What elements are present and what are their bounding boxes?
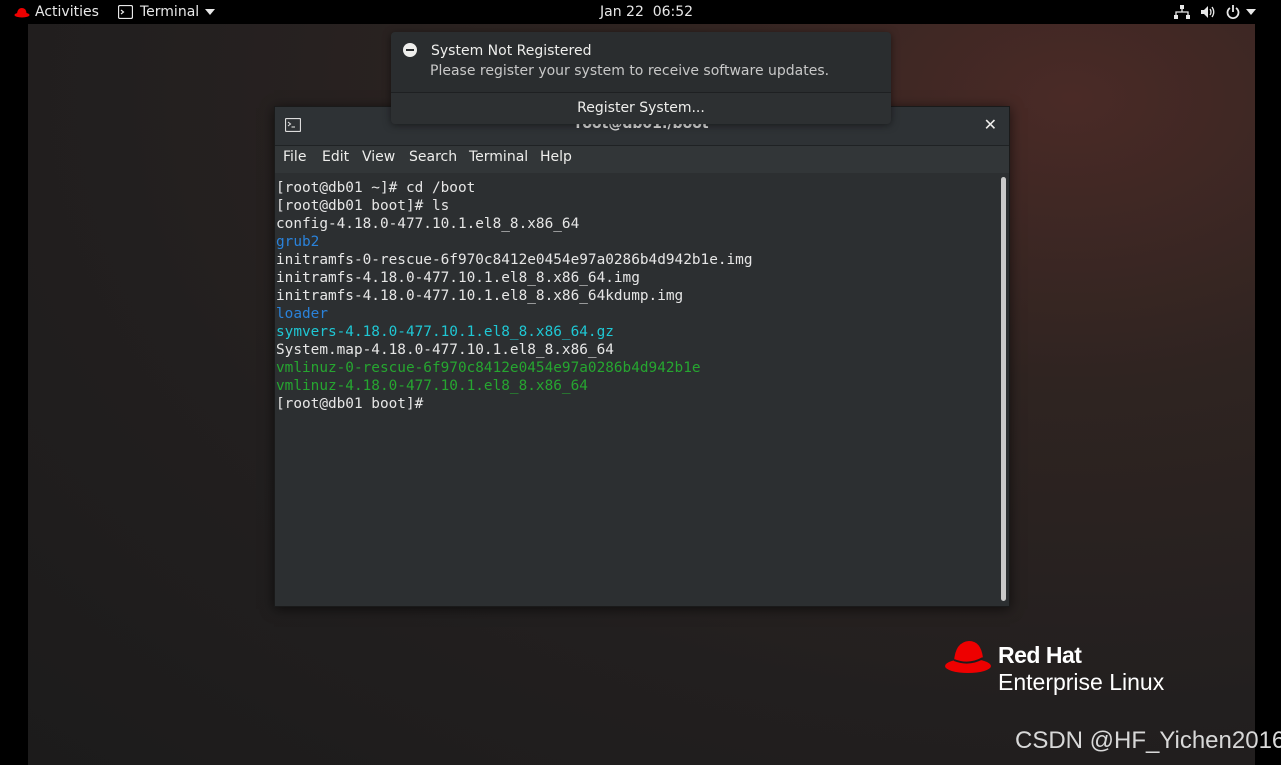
- menu-edit[interactable]: Edit: [322, 149, 349, 165]
- menu-search[interactable]: Search: [409, 149, 457, 165]
- terminal-line: initramfs-0-rescue-6f970c8412e0454e97a02…: [276, 252, 753, 268]
- menu-view[interactable]: View: [362, 149, 395, 165]
- power-icon: [1226, 5, 1240, 19]
- terminal-prompt-line: [root@db01 boot]#: [276, 396, 432, 412]
- terminal-output[interactable]: [root@db01 ~]# cd /boot [root@db01 boot]…: [275, 173, 1009, 606]
- redhat-hat-icon: [945, 641, 991, 673]
- brand-line2: Enterprise Linux: [998, 669, 1165, 695]
- terminal-line: config-4.18.0-477.10.1.el8_8.x86_64: [276, 216, 580, 232]
- terminal-line: initramfs-4.18.0-477.10.1.el8_8.x86_64.i…: [276, 270, 640, 286]
- register-system-button[interactable]: Register System...: [391, 92, 891, 124]
- app-menu[interactable]: Terminal: [118, 0, 216, 24]
- menu-file[interactable]: File: [283, 149, 306, 165]
- system-menu[interactable]: [1174, 0, 1256, 24]
- terminal-line: [root@db01 boot]# ls: [276, 198, 450, 214]
- terminal-line: symvers-4.18.0-477.10.1.el8_8.x86_64.gz: [276, 324, 614, 340]
- clock-label: Jan 22 06:52: [600, 4, 694, 20]
- notification-body: Please register your system to receive s…: [430, 63, 830, 79]
- volume-icon: [1201, 6, 1215, 18]
- menu-help[interactable]: Help: [540, 149, 572, 165]
- top-bar: Activities Terminal Jan 22 06:52: [0, 0, 1281, 24]
- chevron-down-icon: [1246, 9, 1256, 15]
- terminal-line: vmlinuz-4.18.0-477.10.1.el8_8.x86_64: [276, 378, 588, 394]
- redhat-icon: [14, 8, 30, 18]
- terminal-line: vmlinuz-0-rescue-6f970c8412e0454e97a0286…: [276, 360, 701, 376]
- activities-label: Activities: [35, 4, 99, 20]
- terminal-line: System.map-4.18.0-477.10.1.el8_8.x86_64: [276, 342, 614, 358]
- clock[interactable]: Jan 22 06:52: [600, 0, 693, 24]
- notification-title: System Not Registered: [431, 43, 592, 59]
- close-icon[interactable]: ✕: [984, 115, 997, 134]
- chevron-down-icon: [205, 9, 216, 15]
- activities-button[interactable]: Activities: [14, 0, 99, 24]
- network-icon: [1174, 5, 1190, 19]
- terminal-line: grub2: [276, 234, 320, 250]
- minus-circle-icon: [403, 43, 417, 57]
- brand-line1: Red Hat: [998, 642, 1082, 668]
- terminal-line: loader: [276, 306, 328, 322]
- menu-terminal[interactable]: Terminal: [469, 149, 528, 165]
- watermark-text: CSDN @HF_Yichen2016: [1015, 727, 1281, 754]
- app-menu-label: Terminal: [140, 4, 200, 20]
- terminal-window[interactable]: root@db01:/boot ✕ File Edit View Search …: [274, 106, 1010, 607]
- scrollbar[interactable]: [1001, 177, 1006, 601]
- terminal-menubar: File Edit View Search Terminal Help: [275, 146, 1009, 173]
- terminal-line: [root@db01 ~]# cd /boot: [276, 180, 476, 196]
- notification-banner[interactable]: System Not Registered Please register yo…: [391, 32, 891, 124]
- terminal-line: initramfs-4.18.0-477.10.1.el8_8.x86_64kd…: [276, 288, 684, 304]
- terminal-app-icon: [118, 5, 133, 19]
